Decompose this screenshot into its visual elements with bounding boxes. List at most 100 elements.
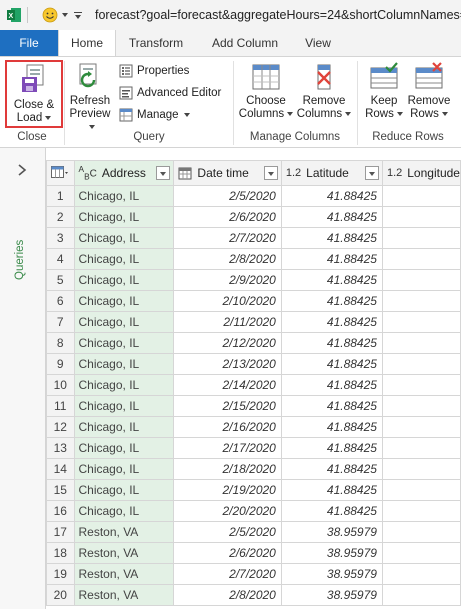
- table-row[interactable]: 3 Chicago, IL 2/7/2020 41.88425: [46, 227, 461, 249]
- cell-latitude[interactable]: 38.95979: [280, 584, 383, 606]
- cell-address[interactable]: Chicago, IL: [73, 395, 175, 417]
- cell-address[interactable]: Chicago, IL: [73, 269, 175, 291]
- row-number[interactable]: 11: [46, 395, 75, 417]
- cell-latitude[interactable]: 38.95979: [280, 521, 383, 543]
- table-row[interactable]: 19 Reston, VA 2/7/2020 38.95979: [46, 563, 461, 585]
- row-number[interactable]: 15: [46, 479, 75, 501]
- cell-latitude[interactable]: 41.88425: [280, 374, 383, 396]
- filter-dropdown-icon[interactable]: [364, 166, 379, 180]
- excel-icon[interactable]: X: [6, 7, 22, 23]
- cell-address[interactable]: Chicago, IL: [73, 437, 175, 459]
- tab-home[interactable]: Home: [58, 30, 116, 56]
- cell-address[interactable]: Reston, VA: [73, 563, 175, 585]
- table-row[interactable]: 5 Chicago, IL 2/9/2020 41.88425: [46, 269, 461, 291]
- decimal-type-icon[interactable]: 1.2: [286, 167, 301, 179]
- cell-date-time[interactable]: 2/9/2020: [173, 269, 282, 291]
- column-header-longitude[interactable]: 1.2 Longitude: [381, 160, 461, 186]
- cell-address[interactable]: Chicago, IL: [73, 227, 175, 249]
- queries-panel[interactable]: Queries: [0, 148, 46, 609]
- cell-address[interactable]: Reston, VA: [73, 584, 175, 606]
- row-number[interactable]: 17: [46, 521, 75, 543]
- cell-address[interactable]: Chicago, IL: [73, 311, 175, 333]
- cell-address[interactable]: Reston, VA: [73, 521, 175, 543]
- cell-address[interactable]: Chicago, IL: [73, 185, 175, 207]
- table-row[interactable]: 4 Chicago, IL 2/8/2020 41.88425: [46, 248, 461, 270]
- tab-add-column[interactable]: Add Column: [206, 30, 284, 56]
- cell-address[interactable]: Chicago, IL: [73, 248, 175, 270]
- cell-latitude[interactable]: 41.88425: [280, 479, 383, 501]
- table-row[interactable]: 17 Reston, VA 2/5/2020 38.95979: [46, 521, 461, 543]
- row-number[interactable]: 1: [46, 185, 75, 207]
- cell-longitude[interactable]: [381, 395, 461, 417]
- cell-address[interactable]: Chicago, IL: [73, 374, 175, 396]
- row-number[interactable]: 10: [46, 374, 75, 396]
- row-number[interactable]: 20: [46, 584, 75, 606]
- table-menu-icon[interactable]: [51, 166, 69, 180]
- cell-latitude[interactable]: 38.95979: [280, 563, 383, 585]
- cell-date-time[interactable]: 2/19/2020: [173, 479, 282, 501]
- cell-longitude[interactable]: [381, 458, 461, 480]
- cell-latitude[interactable]: 41.88425: [280, 332, 383, 354]
- row-number[interactable]: 4: [46, 248, 75, 270]
- cell-longitude[interactable]: [381, 416, 461, 438]
- row-number[interactable]: 19: [46, 563, 75, 585]
- cell-latitude[interactable]: 41.88425: [280, 395, 383, 417]
- cell-latitude[interactable]: 41.88425: [280, 437, 383, 459]
- cell-address[interactable]: Chicago, IL: [73, 206, 175, 228]
- smiley-icon[interactable]: [42, 7, 58, 23]
- cell-longitude[interactable]: [381, 206, 461, 228]
- remove-columns-button[interactable]: Remove Columns: [296, 62, 352, 121]
- properties-button[interactable]: Properties: [119, 62, 189, 80]
- cell-address[interactable]: Chicago, IL: [73, 416, 175, 438]
- cell-date-time[interactable]: 2/7/2020: [173, 563, 282, 585]
- cell-address[interactable]: Chicago, IL: [73, 458, 175, 480]
- row-number[interactable]: 5: [46, 269, 75, 291]
- cell-date-time[interactable]: 2/7/2020: [173, 227, 282, 249]
- table-row[interactable]: 10 Chicago, IL 2/14/2020 41.88425: [46, 374, 461, 396]
- cell-date-time[interactable]: 2/13/2020: [173, 353, 282, 375]
- row-number[interactable]: 16: [46, 500, 75, 522]
- cell-longitude[interactable]: [381, 437, 461, 459]
- cell-address[interactable]: Chicago, IL: [73, 479, 175, 501]
- tab-view[interactable]: View: [300, 30, 336, 56]
- column-header-address[interactable]: ABC Address: [73, 160, 175, 186]
- cell-date-time[interactable]: 2/6/2020: [173, 206, 282, 228]
- row-number[interactable]: 7: [46, 311, 75, 333]
- refresh-preview-button[interactable]: Refresh Preview: [66, 62, 114, 134]
- row-number[interactable]: 18: [46, 542, 75, 564]
- cell-latitude[interactable]: 41.88425: [280, 290, 383, 312]
- row-number[interactable]: 12: [46, 416, 75, 438]
- date-type-icon[interactable]: [178, 166, 192, 180]
- row-number[interactable]: 2: [46, 206, 75, 228]
- table-row[interactable]: 13 Chicago, IL 2/17/2020 41.88425: [46, 437, 461, 459]
- cell-latitude[interactable]: 41.88425: [280, 311, 383, 333]
- cell-date-time[interactable]: 2/15/2020: [173, 395, 282, 417]
- filter-dropdown-icon[interactable]: [263, 166, 278, 180]
- cell-longitude[interactable]: [381, 248, 461, 270]
- cell-date-time[interactable]: 2/10/2020: [173, 290, 282, 312]
- cell-longitude[interactable]: [381, 290, 461, 312]
- table-row[interactable]: 1 Chicago, IL 2/5/2020 41.88425: [46, 185, 461, 207]
- cell-latitude[interactable]: 41.88425: [280, 353, 383, 375]
- cell-address[interactable]: Chicago, IL: [73, 500, 175, 522]
- decimal-type-icon[interactable]: 1.2: [387, 167, 402, 179]
- cell-longitude[interactable]: [381, 332, 461, 354]
- table-row[interactable]: 18 Reston, VA 2/6/2020 38.95979: [46, 542, 461, 564]
- remove-rows-button[interactable]: Remove Rows: [406, 62, 452, 121]
- cell-longitude[interactable]: [381, 227, 461, 249]
- choose-columns-button[interactable]: Choose Columns: [237, 62, 295, 121]
- table-row[interactable]: 11 Chicago, IL 2/15/2020 41.88425: [46, 395, 461, 417]
- cell-longitude[interactable]: [381, 185, 461, 207]
- text-type-icon[interactable]: ABC: [79, 164, 97, 181]
- row-number[interactable]: 9: [46, 353, 75, 375]
- cell-latitude[interactable]: 41.88425: [280, 248, 383, 270]
- cell-longitude[interactable]: [381, 353, 461, 375]
- tab-transform[interactable]: Transform: [122, 30, 190, 56]
- cell-longitude[interactable]: [381, 584, 461, 606]
- cell-longitude[interactable]: [381, 542, 461, 564]
- smiley-dropdown-icon[interactable]: [62, 13, 68, 17]
- cell-latitude[interactable]: 41.88425: [280, 227, 383, 249]
- row-number[interactable]: 3: [46, 227, 75, 249]
- cell-date-time[interactable]: 2/20/2020: [173, 500, 282, 522]
- cell-date-time[interactable]: 2/16/2020: [173, 416, 282, 438]
